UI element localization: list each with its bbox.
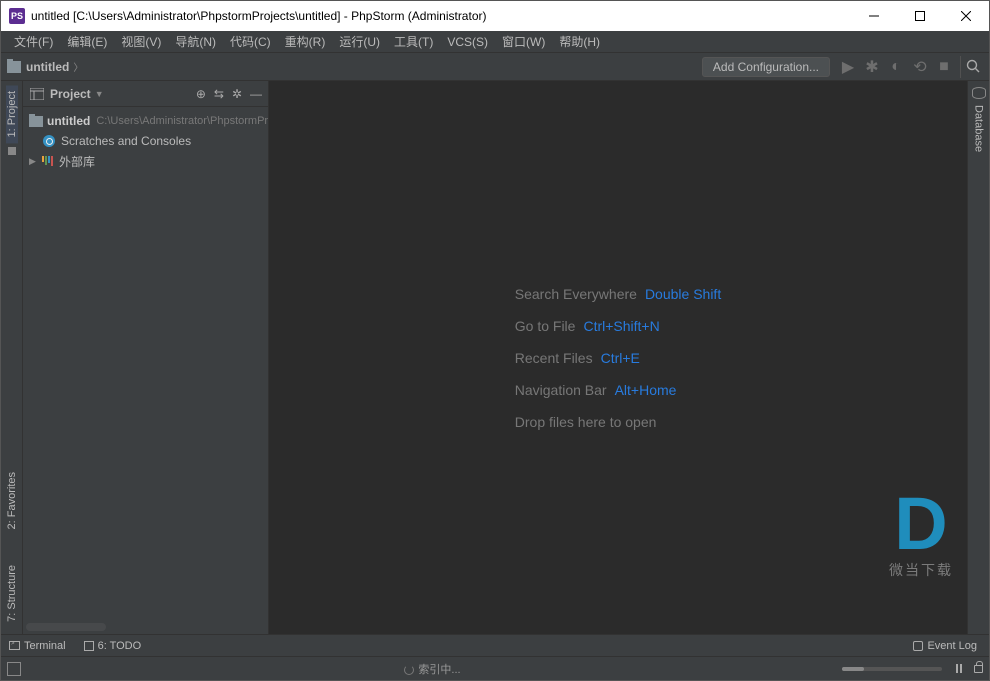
hint-search-key: Double Shift: [645, 286, 721, 302]
watermark: D 微当下载: [889, 491, 953, 580]
status-bar: 索引中...: [1, 656, 989, 680]
menu-tools[interactable]: 工具(T): [387, 31, 440, 52]
database-icon: [972, 87, 986, 99]
project-tree: untitled C:\Users\Administrator\Phpstorm…: [23, 107, 268, 175]
chevron-down-icon[interactable]: ▼: [95, 89, 104, 99]
close-button[interactable]: [943, 1, 989, 31]
hint-recent-key: Ctrl+E: [601, 350, 640, 366]
tree-root-path: C:\Users\Administrator\PhpstormProjects\…: [96, 115, 268, 127]
tab-terminal[interactable]: Terminal: [9, 640, 66, 652]
editor-empty-area[interactable]: Search Everywhere Double Shift Go to File…: [269, 81, 967, 634]
coverage-icon[interactable]: ◐: [885, 56, 907, 78]
menu-run[interactable]: 运行(U): [332, 31, 387, 52]
tree-root-name: untitled: [47, 114, 90, 128]
stripe-project[interactable]: 1: Project: [6, 85, 18, 143]
expand-arrow-icon[interactable]: ▶: [29, 156, 39, 167]
tab-event-log-label: Event Log: [927, 640, 977, 652]
stripe-marker-icon: [8, 147, 16, 155]
locate-icon[interactable]: ⊕: [196, 87, 206, 101]
menu-help[interactable]: 帮助(H): [552, 31, 607, 52]
spinner-icon: [404, 665, 414, 675]
minimize-button[interactable]: [851, 1, 897, 31]
left-tool-stripe: 1: Project 2: Favorites 7: Structure: [1, 81, 23, 634]
breadcrumb-root[interactable]: untitled: [26, 60, 69, 74]
window-title: untitled [C:\Users\Administrator\Phpstor…: [31, 9, 851, 23]
status-indexing-text: 索引中...: [418, 664, 460, 676]
tab-todo-label: 6: TODO: [98, 640, 142, 652]
menu-edit[interactable]: 编辑(E): [60, 31, 114, 52]
todo-icon: [84, 641, 94, 651]
menu-bar: 文件(F) 编辑(E) 视图(V) 导航(N) 代码(C) 重构(R) 运行(U…: [1, 31, 989, 53]
menu-navigate[interactable]: 导航(N): [168, 31, 223, 52]
stripe-structure[interactable]: 7: Structure: [6, 559, 18, 628]
editor-hints: Search Everywhere Double Shift Go to File…: [515, 270, 721, 446]
progress-bar[interactable]: [842, 667, 942, 671]
project-panel-title[interactable]: Project: [50, 87, 91, 101]
tree-external-label: 外部库: [59, 153, 95, 170]
collapse-icon[interactable]: ⇆: [214, 87, 224, 101]
scratches-icon: [43, 135, 55, 147]
folder-icon: [29, 116, 43, 127]
right-tool-stripe: Database: [967, 81, 989, 634]
hint-gotofile-key: Ctrl+Shift+N: [583, 318, 659, 334]
run-icon[interactable]: ▶: [837, 56, 859, 78]
debug-icon[interactable]: ✱: [861, 56, 883, 78]
search-icon[interactable]: [960, 56, 982, 78]
hint-recent-label: Recent Files: [515, 350, 593, 366]
bottom-tool-stripe: Terminal 6: TODO Event Log: [1, 634, 989, 656]
stop-icon[interactable]: ■: [933, 56, 955, 78]
progress-fill: [842, 667, 864, 671]
library-icon: [42, 156, 53, 166]
project-view-icon: [29, 87, 45, 101]
hint-search-label: Search Everywhere: [515, 286, 637, 302]
hint-navbar-key: Alt+Home: [615, 382, 677, 398]
tab-terminal-label: Terminal: [24, 640, 66, 652]
terminal-icon: [9, 641, 20, 650]
maximize-button[interactable]: [897, 1, 943, 31]
tree-scratches-label: Scratches and Consoles: [61, 134, 191, 148]
status-message: 索引中...: [31, 661, 834, 677]
tool-windows-toggle-icon[interactable]: [7, 662, 21, 676]
window-titlebar: PS untitled [C:\Users\Administrator\Phps…: [1, 1, 989, 31]
tree-scratches[interactable]: Scratches and Consoles: [23, 131, 268, 151]
tree-root[interactable]: untitled C:\Users\Administrator\Phpstorm…: [23, 111, 268, 131]
hint-navbar-label: Navigation Bar: [515, 382, 607, 398]
watermark-logo: D: [889, 491, 953, 558]
navigation-bar: untitled 〉 Add Configuration... ▶ ✱ ◐ ⟲ …: [1, 53, 989, 81]
menu-view[interactable]: 视图(V): [114, 31, 168, 52]
stripe-favorites[interactable]: 2: Favorites: [6, 466, 18, 535]
menu-file[interactable]: 文件(F): [7, 31, 60, 52]
hint-gotofile-label: Go to File: [515, 318, 576, 334]
watermark-text: 微当下载: [889, 560, 953, 580]
folder-icon: [7, 61, 21, 73]
project-panel-header: Project ▼ ⊕ ⇆ ✲ —: [23, 81, 268, 107]
tab-todo[interactable]: 6: TODO: [84, 640, 142, 652]
event-log-icon: [913, 641, 923, 651]
chevron-right-icon: 〉: [73, 59, 83, 74]
project-tool-window: Project ▼ ⊕ ⇆ ✲ — untitled C:\Users\Admi…: [23, 81, 269, 634]
horizontal-scrollbar[interactable]: [26, 623, 106, 631]
tree-external-libs[interactable]: ▶ 外部库: [23, 151, 268, 171]
lock-icon[interactable]: [974, 665, 983, 673]
menu-window[interactable]: 窗口(W): [495, 31, 552, 52]
app-icon: PS: [9, 8, 25, 24]
pause-icon[interactable]: [956, 664, 962, 673]
hide-icon[interactable]: —: [250, 87, 262, 101]
gear-icon[interactable]: ✲: [232, 87, 242, 101]
menu-vcs[interactable]: VCS(S): [440, 33, 495, 51]
add-configuration-button[interactable]: Add Configuration...: [702, 57, 830, 77]
menu-refactor[interactable]: 重构(R): [278, 31, 333, 52]
menu-code[interactable]: 代码(C): [223, 31, 278, 52]
tab-event-log[interactable]: Event Log: [913, 640, 977, 652]
stripe-database[interactable]: Database: [973, 99, 985, 158]
profiler-icon[interactable]: ⟲: [909, 56, 931, 78]
hint-drop-label: Drop files here to open: [515, 414, 657, 430]
